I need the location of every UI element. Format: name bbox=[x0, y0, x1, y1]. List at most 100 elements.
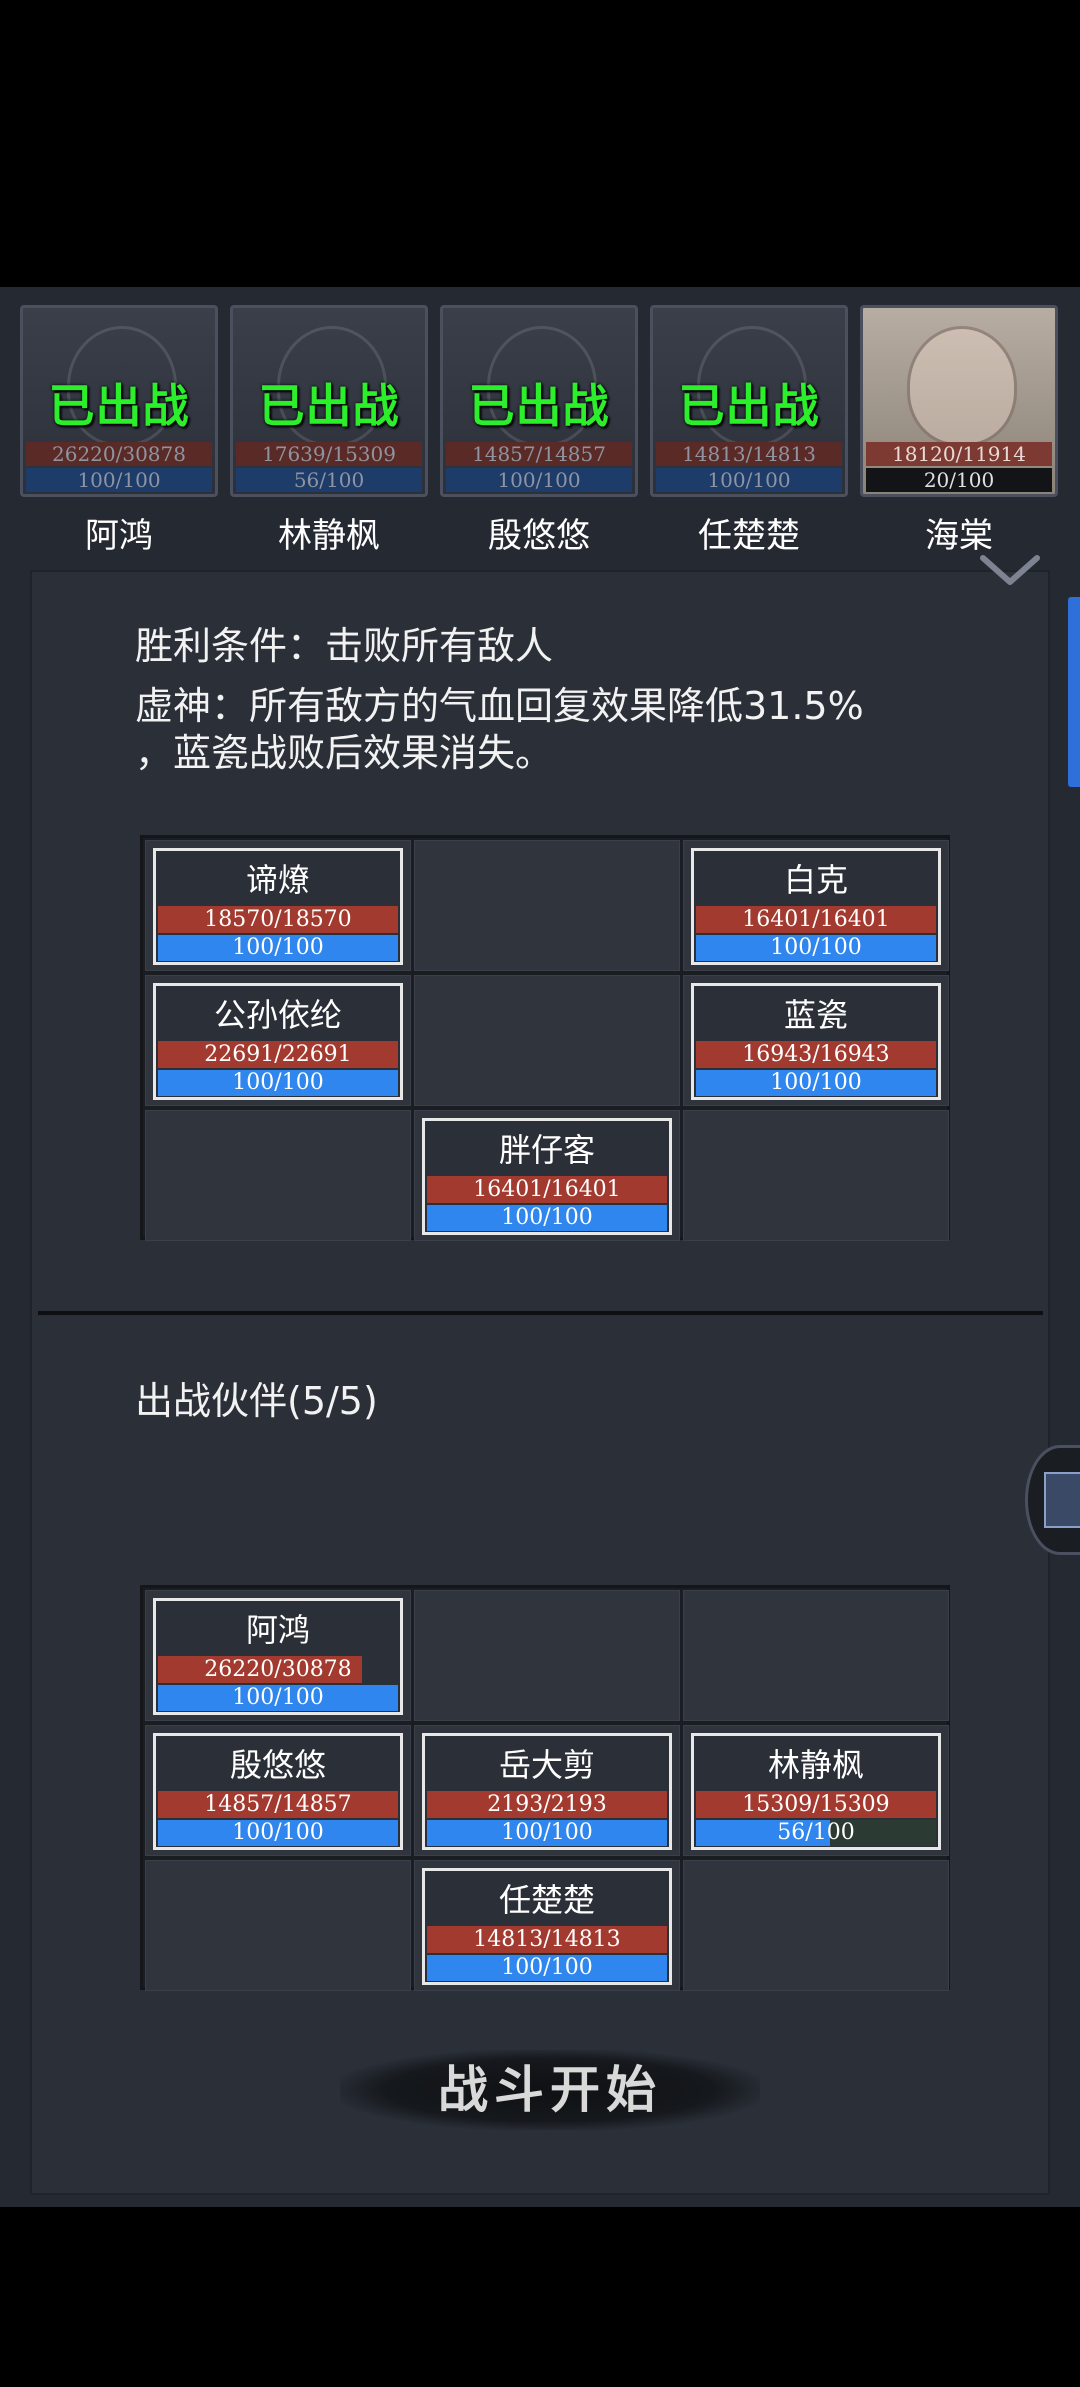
unit-hp-text: 15309/15309 bbox=[742, 1792, 890, 1817]
unit-hp-text: 22691/22691 bbox=[204, 1042, 352, 1067]
formation-slot[interactable]: 任楚楚 14813/14813 100/100 bbox=[414, 1860, 680, 1991]
roster-hero-2[interactable]: 已出战 17639/15309 56/100 林静枫 bbox=[230, 305, 428, 556]
unit-name: 胖仔客 bbox=[498, 1131, 595, 1169]
roster-hero-5[interactable]: 18120/11914 20/100 海棠 bbox=[860, 305, 1058, 556]
formation-slot[interactable]: 胖仔客 16401/16401 100/100 bbox=[414, 1110, 680, 1241]
unit-mp-text: 100/100 bbox=[770, 935, 862, 960]
formation-slot[interactable] bbox=[683, 1860, 949, 1991]
formation-slot[interactable] bbox=[145, 1110, 411, 1241]
unit-name: 阿鸿 bbox=[245, 1611, 310, 1649]
hero-hp-bar: 14857/14857 bbox=[446, 442, 632, 466]
unit-hp-bar: 14813/14813 bbox=[427, 1926, 667, 1953]
card-deck-icon bbox=[1044, 1472, 1080, 1528]
party-card[interactable]: 阿鸿 26220/30878 100/100 bbox=[153, 1598, 403, 1715]
unit-mp-text: 100/100 bbox=[501, 1820, 593, 1845]
unit-mp-bar: 100/100 bbox=[427, 1955, 667, 1981]
unit-hp-text: 2193/2193 bbox=[487, 1792, 607, 1817]
unit-mp-bar: 100/100 bbox=[696, 935, 936, 961]
unit-mp-text: 100/100 bbox=[232, 1070, 324, 1095]
unit-hp-bar: 18570/18570 bbox=[158, 906, 398, 933]
unit-hp-text: 26220/30878 bbox=[204, 1657, 352, 1682]
hero-portrait: 已出战 17639/15309 56/100 bbox=[230, 305, 428, 497]
battle-effect-line-2: ，蓝瓷战败后效果消失。 bbox=[135, 731, 554, 775]
roster-hero-4[interactable]: 已出战 14813/14813 100/100 任楚楚 bbox=[650, 305, 848, 556]
unit-mp-text: 100/100 bbox=[770, 1070, 862, 1095]
unit-name: 岳大剪 bbox=[498, 1746, 595, 1784]
chevron-down-icon[interactable] bbox=[975, 548, 1045, 592]
unit-hp-text: 16401/16401 bbox=[742, 907, 890, 932]
unit-mp-bar: 100/100 bbox=[427, 1820, 667, 1846]
roster-hero-3[interactable]: 已出战 14857/14857 100/100 殷悠悠 bbox=[440, 305, 638, 556]
start-battle-button[interactable]: 战斗开始 bbox=[340, 2050, 760, 2130]
unit-mp-bar: 100/100 bbox=[158, 1070, 398, 1096]
deployed-label: 已出战 bbox=[258, 379, 400, 433]
hero-name: 阿鸿 bbox=[85, 516, 153, 556]
formation-slot[interactable]: 公孙依纶 22691/22691 100/100 bbox=[145, 975, 411, 1106]
unit-mp-text: 100/100 bbox=[232, 935, 324, 960]
formation-slot[interactable]: 阿鸿 26220/30878 100/100 bbox=[145, 1590, 411, 1721]
unit-hp-text: 16401/16401 bbox=[473, 1177, 621, 1202]
hero-portrait: 18120/11914 20/100 bbox=[860, 305, 1058, 497]
unit-name: 任楚楚 bbox=[498, 1881, 595, 1919]
enemy-card[interactable]: 公孙依纶 22691/22691 100/100 bbox=[153, 983, 403, 1100]
formation-slot[interactable]: 蓝瓷 16943/16943 100/100 bbox=[683, 975, 949, 1106]
hero-hp-bar: 14813/14813 bbox=[656, 442, 842, 466]
unit-hp-bar: 26220/30878 bbox=[158, 1656, 398, 1683]
roster-strip: 已出战 26220/30878 100/100 阿鸿 已出战 17639/153… bbox=[0, 287, 1080, 787]
formation-slot[interactable]: 殷悠悠 14857/14857 100/100 bbox=[145, 1725, 411, 1856]
unit-name: 蓝瓷 bbox=[783, 996, 848, 1034]
unit-hp-text: 16943/16943 bbox=[742, 1042, 890, 1067]
formation-slot[interactable] bbox=[145, 1860, 411, 1991]
party-card[interactable]: 任楚楚 14813/14813 100/100 bbox=[422, 1868, 672, 1985]
enemy-card[interactable]: 白克 16401/16401 100/100 bbox=[691, 848, 941, 965]
enemy-formation-grid: 谛燎 18570/18570 100/100 白克 16401/16401 10… bbox=[140, 835, 950, 1241]
unit-hp-bar: 14857/14857 bbox=[158, 1791, 398, 1818]
unit-name: 林静枫 bbox=[767, 1746, 864, 1784]
formation-slot[interactable] bbox=[414, 1590, 680, 1721]
formation-slot[interactable]: 白克 16401/16401 100/100 bbox=[683, 840, 949, 971]
party-formation-grid: 阿鸿 26220/30878 100/100 殷悠悠 14857/14857 1… bbox=[140, 1585, 950, 1991]
unit-hp-text: 14813/14813 bbox=[473, 1927, 621, 1952]
formation-slot[interactable]: 谛燎 18570/18570 100/100 bbox=[145, 840, 411, 971]
party-title: 出战伙伴(5/5) bbox=[135, 1379, 378, 1423]
hero-mp-bar: 20/100 bbox=[866, 468, 1052, 492]
unit-hp-bar: 16401/16401 bbox=[696, 906, 936, 933]
formation-slot[interactable] bbox=[683, 1110, 949, 1241]
formation-slot[interactable] bbox=[414, 975, 680, 1106]
unit-name: 公孙依纶 bbox=[213, 996, 342, 1034]
unit-name: 谛燎 bbox=[245, 861, 310, 899]
formation-slot[interactable] bbox=[414, 840, 680, 971]
unit-mp-bar: 56/100 bbox=[696, 1820, 936, 1846]
unit-mp-bar: 100/100 bbox=[158, 1685, 398, 1711]
party-card[interactable]: 岳大剪 2193/2193 100/100 bbox=[422, 1733, 672, 1850]
hero-name: 殷悠悠 bbox=[488, 516, 590, 556]
hero-mp-bar: 100/100 bbox=[446, 468, 632, 492]
unit-name: 殷悠悠 bbox=[229, 1746, 326, 1784]
enemy-card[interactable]: 蓝瓷 16943/16943 100/100 bbox=[691, 983, 941, 1100]
hero-mp-bar: 100/100 bbox=[26, 468, 212, 492]
formation-slot[interactable]: 林静枫 15309/15309 56/100 bbox=[683, 1725, 949, 1856]
hero-portrait: 已出战 26220/30878 100/100 bbox=[20, 305, 218, 497]
hero-hp-bar: 18120/11914 bbox=[866, 442, 1052, 466]
deployed-label: 已出战 bbox=[48, 379, 190, 433]
enemy-card[interactable]: 胖仔客 16401/16401 100/100 bbox=[422, 1118, 672, 1235]
unit-hp-bar: 16401/16401 bbox=[427, 1176, 667, 1203]
hero-portrait: 已出战 14857/14857 100/100 bbox=[440, 305, 638, 497]
hero-hp-bar: 17639/15309 bbox=[236, 442, 422, 466]
section-divider bbox=[38, 1311, 1043, 1315]
party-card[interactable]: 殷悠悠 14857/14857 100/100 bbox=[153, 1733, 403, 1850]
unit-hp-bar: 2193/2193 bbox=[427, 1791, 667, 1818]
hero-face-image bbox=[907, 326, 1017, 446]
formation-slot[interactable] bbox=[683, 1590, 949, 1721]
enemy-card[interactable]: 谛燎 18570/18570 100/100 bbox=[153, 848, 403, 965]
unit-mp-bar: 100/100 bbox=[696, 1070, 936, 1096]
roster-hero-1[interactable]: 已出战 26220/30878 100/100 阿鸿 bbox=[20, 305, 218, 556]
unit-mp-text: 100/100 bbox=[501, 1955, 593, 1980]
unit-name: 白克 bbox=[783, 861, 848, 899]
unit-hp-bar: 16943/16943 bbox=[696, 1041, 936, 1068]
formation-slot[interactable]: 岳大剪 2193/2193 100/100 bbox=[414, 1725, 680, 1856]
roster-next-hero-edge[interactable] bbox=[1068, 597, 1080, 787]
party-card[interactable]: 林静枫 15309/15309 56/100 bbox=[691, 1733, 941, 1850]
hero-hp-bar: 26220/30878 bbox=[26, 442, 212, 466]
unit-mp-text: 100/100 bbox=[232, 1820, 324, 1845]
